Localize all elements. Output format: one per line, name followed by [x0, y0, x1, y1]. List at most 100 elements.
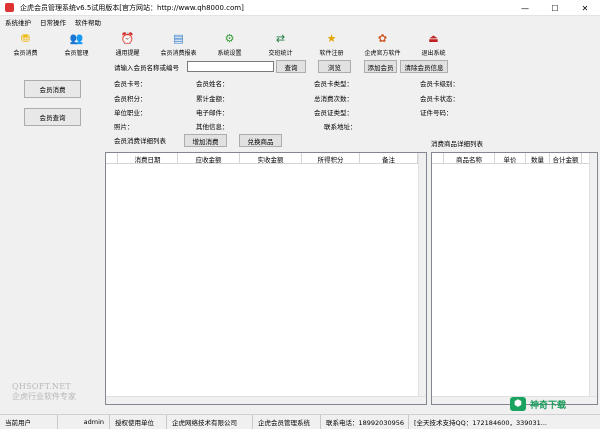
- column-header[interactable]: 实收金额: [240, 153, 302, 164]
- status-bar: 当前用户 admin 授权使用单位 企虎网络技术有限公司 企虎会员管理系统 联系…: [0, 414, 600, 429]
- goods-grid[interactable]: 商品名称 单价 数量 合计金额: [431, 152, 598, 405]
- toolbar-label: 交班统计: [268, 50, 293, 57]
- member-consume-button[interactable]: 会员消费: [24, 80, 81, 98]
- close-button[interactable]: ✕: [570, 0, 600, 16]
- browse-button[interactable]: 浏览: [318, 60, 351, 73]
- toolbar-reminder[interactable]: ⏰ 通用提醒: [102, 28, 153, 58]
- product-name: 企虎会员管理系统: [253, 414, 321, 429]
- address-label: 联系地址：: [324, 123, 357, 131]
- toolbar-label: 会员管理: [64, 50, 89, 57]
- email-label: 电子邮件：: [196, 109, 229, 117]
- contact-phone: 联系电话：18992030956: [321, 414, 409, 429]
- main-panel: 请输入会员名称或编号 查询 浏览 添加会员 清除会员信息 会员卡号： 会员姓名：…: [104, 58, 600, 414]
- column-header[interactable]: 数量: [526, 153, 550, 164]
- toolbar: ⛃ 会员消费 👥 会员管理 ⏰ 通用提醒 ▤ 会员消费报表 ⚙ 系统设置 ⇄ 交…: [0, 28, 600, 58]
- handover-icon: ⇄: [275, 32, 286, 45]
- logo-text: 神奇下载: [530, 400, 567, 411]
- column-header[interactable]: 应收金额: [178, 153, 240, 164]
- toolbar-system-settings[interactable]: ⚙ 系统设置: [204, 28, 255, 58]
- minimize-button[interactable]: —: [510, 0, 540, 16]
- toolbar-label: 企虎官方软件: [364, 50, 401, 57]
- register-star-icon: ★: [326, 32, 337, 45]
- toolbar-member-manage[interactable]: 👥 会员管理: [51, 28, 102, 58]
- window-title: 企虎会员管理系统v6.5试用版本[官方网站：http://www.qh8000.…: [20, 3, 244, 12]
- column-header[interactable]: 单价: [495, 153, 526, 164]
- window-controls: — ☐ ✕: [510, 0, 600, 16]
- toolbar-exit[interactable]: ⏏ 退出系统: [408, 28, 459, 58]
- menu-software-help[interactable]: 软件帮助: [75, 17, 101, 27]
- total-amount-label: 累计金额：: [196, 95, 229, 103]
- id-type-label: 会员证类型：: [314, 109, 353, 117]
- toolbar-shift-stats[interactable]: ⇄ 交班统计: [255, 28, 306, 58]
- add-member-button[interactable]: 添加会员: [364, 60, 397, 73]
- menu-bar: 系统维护 日常操作 软件帮助: [0, 16, 600, 28]
- search-label: 请输入会员名称或编号: [114, 64, 179, 72]
- column-header[interactable]: 所得积分: [302, 153, 360, 164]
- logo-mark-icon: ⬢: [510, 397, 526, 411]
- left-panel: 会员消费 会员查询 QHSOFT.NET 企虎行业软件专家: [0, 58, 104, 414]
- card-type-label: 会员卡类型：: [314, 80, 353, 88]
- vertical-scrollbar[interactable]: [589, 153, 597, 396]
- support-info: [全天技术支持QQ：172184600，339031...: [414, 419, 547, 427]
- watermark-domain: QHSOFT.NET: [12, 382, 72, 391]
- menu-daily-operations[interactable]: 日常操作: [40, 17, 66, 27]
- card-level-label: 会员卡级别：: [420, 80, 459, 88]
- current-user-label: 当前用户: [0, 414, 58, 429]
- add-consume-button[interactable]: 增加消费: [184, 134, 227, 147]
- horizontal-scrollbar[interactable]: [106, 396, 426, 404]
- official-software-icon: ✿: [377, 32, 388, 45]
- report-icon: ▤: [173, 32, 184, 45]
- column-header[interactable]: 备注: [360, 153, 418, 164]
- title-bar: 企虎会员管理系统v6.5试用版本[官方网站：http://www.qh8000.…: [0, 0, 600, 16]
- row-indicator-header: [106, 153, 118, 164]
- settings-icon: ⚙: [224, 32, 235, 45]
- toolbar-label: 系统设置: [217, 50, 242, 57]
- users-icon: 👥: [69, 32, 84, 45]
- site-logo: ⬢ 神奇下载: [510, 397, 566, 411]
- other-info-label: 其他信息：: [196, 123, 229, 131]
- toolbar-member-consume[interactable]: ⛃ 会员消费: [0, 28, 51, 58]
- maximize-button[interactable]: ☐: [540, 0, 570, 16]
- member-query-button[interactable]: 会员查询: [24, 108, 81, 126]
- card-no-label: 会员卡号：: [114, 80, 147, 88]
- id-number-label: 证件号码：: [420, 109, 453, 117]
- work-unit-label: 单位职业：: [114, 109, 147, 117]
- consume-list-label: 会员消费详细列表: [114, 137, 166, 145]
- column-header[interactable]: 消费日期: [118, 153, 178, 164]
- column-header[interactable]: 商品名称: [444, 153, 495, 164]
- toolbar-consume-report[interactable]: ▤ 会员消费报表: [153, 28, 204, 58]
- row-indicator-header: [432, 153, 444, 164]
- toolbar-label: 会员消费: [13, 50, 38, 57]
- query-button[interactable]: 查询: [276, 60, 306, 73]
- card-status-label: 会员卡状态：: [420, 95, 459, 103]
- exit-icon: ⏏: [428, 32, 439, 45]
- photo-label: 照片：: [114, 123, 134, 131]
- licensee-label: 授权使用单位: [110, 414, 167, 429]
- redeem-goods-button[interactable]: 兑换商品: [239, 134, 282, 147]
- consume-grid-header: 消费日期 应收金额 实收金额 所得积分 备注: [106, 153, 426, 164]
- toolbar-register[interactable]: ★ 软件注册: [306, 28, 357, 58]
- coin-icon: ⛃: [20, 32, 31, 45]
- goods-list-label: 消费商品详细列表: [431, 140, 483, 148]
- toolbar-label: 软件注册: [319, 50, 344, 57]
- alarm-clock-icon: ⏰: [120, 32, 135, 45]
- vertical-scrollbar[interactable]: [418, 153, 426, 396]
- toolbar-official-software[interactable]: ✿ 企虎官方软件: [357, 28, 408, 58]
- points-label: 会员积分：: [114, 95, 147, 103]
- total-times-label: 总消费次数：: [314, 95, 353, 103]
- goods-grid-header: 商品名称 单价 数量 合计金额: [432, 153, 597, 164]
- brand-watermark: QHSOFT.NET 企虎行业软件专家: [12, 382, 76, 402]
- toolbar-label: 退出系统: [421, 50, 446, 57]
- licensee-value: 企虎网络技术有限公司: [167, 414, 253, 429]
- toolbar-label: 通用提醒: [115, 50, 140, 57]
- search-input[interactable]: [187, 61, 274, 72]
- column-header[interactable]: 合计金额: [550, 153, 582, 164]
- app-icon: [5, 3, 14, 12]
- member-name-label: 会员姓名：: [196, 80, 229, 88]
- clear-member-info-button[interactable]: 清除会员信息: [400, 60, 448, 73]
- toolbar-label: 会员消费报表: [160, 50, 197, 57]
- consume-grid[interactable]: 消费日期 应收金额 实收金额 所得积分 备注: [105, 152, 427, 405]
- menu-system-maintenance[interactable]: 系统维护: [5, 17, 31, 27]
- watermark-slogan: 企虎行业软件专家: [12, 392, 76, 401]
- current-user-value: admin: [58, 414, 110, 429]
